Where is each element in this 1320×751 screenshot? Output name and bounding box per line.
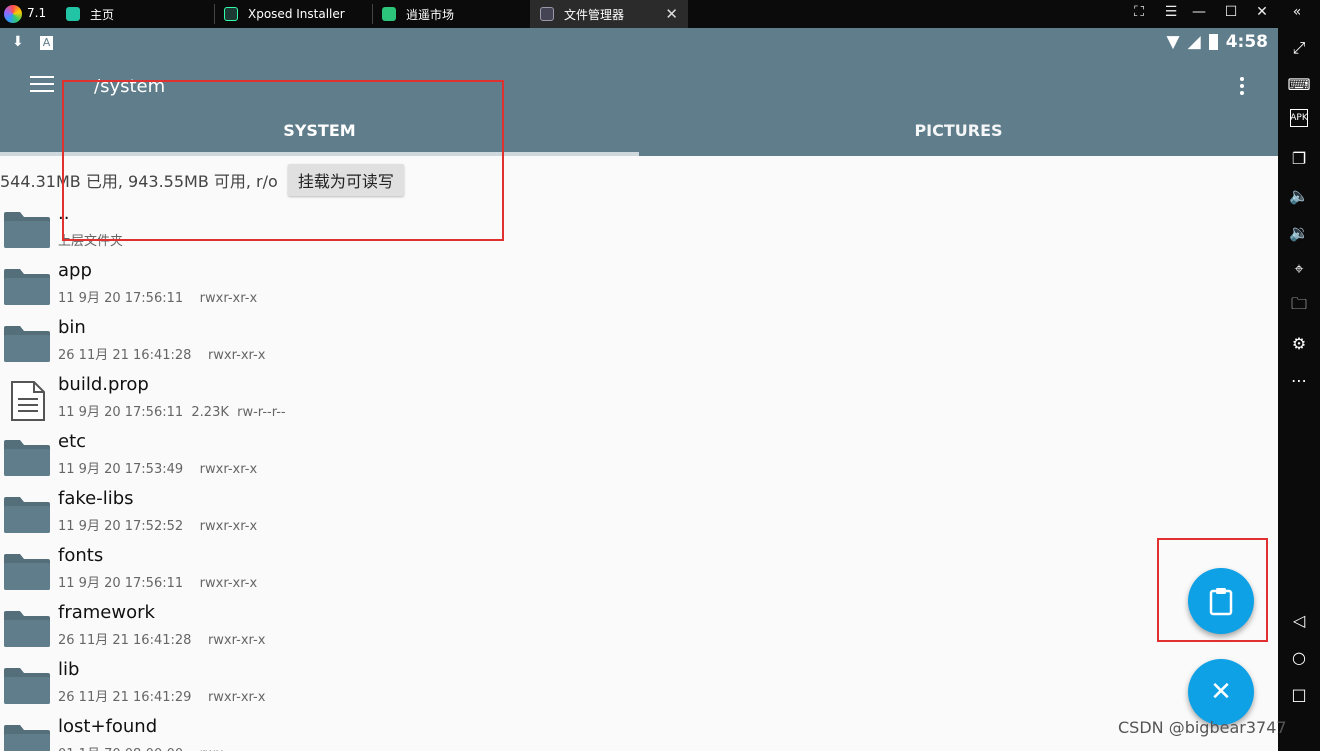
file-list: .. 上层文件夹 app 11 9月 20 17:56:11 rwxr-xr-x bin…	[0, 200, 1278, 751]
emulator-logo-icon	[4, 5, 22, 23]
signal-icon: ◢	[1187, 32, 1201, 52]
hamburger-menu-icon[interactable]	[30, 76, 54, 96]
menu-icon[interactable]: ☰	[1162, 4, 1180, 20]
mount-rw-button[interactable]: 挂载为可读写	[287, 164, 404, 196]
file-name: lost+found	[58, 716, 158, 737]
close-icon: ✕	[1210, 677, 1232, 707]
status-bar: ⬇ A ▼ ◢ 4:58	[0, 28, 1278, 58]
storage-usage-text: 544.31MB 已用, 943.55MB 可用, r/o	[0, 172, 278, 191]
volume-up-icon[interactable]: 🔈	[1287, 183, 1311, 207]
file-meta: 上层文件夹	[58, 234, 124, 249]
settings-gear-icon[interactable]: ⚙	[1287, 331, 1311, 355]
tab-system[interactable]: SYSTEM	[0, 114, 639, 156]
file-meta: 11 9月 20 17:56:11 rwxr-xr-x	[58, 291, 258, 306]
file-meta: 11 9月 20 17:53:49 rwxr-xr-x	[58, 462, 258, 477]
file-list-item[interactable]: lib 26 11月 21 16:41:29 rwxr-xr-x	[0, 656, 1278, 713]
multi-window-icon[interactable]: ❐	[1287, 146, 1311, 170]
file-meta: 11 9月 20 17:56:11 rwxr-xr-x	[58, 576, 258, 591]
tab-xposed-installer[interactable]: Xposed Installer	[224, 0, 372, 28]
file-list-item[interactable]: fake-libs 11 9月 20 17:52:52 rwxr-xr-x	[0, 485, 1278, 542]
home-app-icon	[66, 7, 80, 21]
file-manager-app-icon	[540, 7, 554, 21]
file-list-item[interactable]: build.prop 11 9月 20 17:56:11 2.23K rw-r--…	[0, 371, 1278, 428]
back-nav-icon[interactable]: ◁	[1287, 608, 1311, 632]
current-path: /system	[94, 76, 166, 97]
file-list-item[interactable]: app 11 9月 20 17:56:11 rwxr-xr-x	[0, 257, 1278, 314]
file-list-item[interactable]: framework 26 11月 21 16:41:28 rwxr-xr-x	[0, 599, 1278, 656]
file-name: lib	[58, 659, 80, 680]
fullscreen-icon[interactable]: ⛶	[1130, 4, 1148, 20]
status-time: 4:58	[1225, 32, 1268, 52]
file-meta: 11 9月 20 17:56:11 2.23K rw-r--r--	[58, 405, 286, 420]
tab-file-manager[interactable]: 文件管理器 ✕	[530, 0, 688, 28]
file-list-item[interactable]: .. 上层文件夹	[0, 200, 1278, 257]
apk-install-icon[interactable]: APK	[1290, 109, 1308, 127]
emulator-sidebar: ⤢ ⌨ APK ❐ 🔈 🔉 ⌖ 🗀 ⚙ ⋯ ◁ ○ □	[1278, 28, 1320, 751]
file-name: fonts	[58, 545, 104, 566]
overflow-menu-icon[interactable]	[1234, 74, 1250, 98]
keyboard-icon[interactable]: ⌨	[1287, 72, 1311, 96]
file-name: fake-libs	[58, 488, 134, 509]
folder-icon	[4, 497, 50, 533]
paste-fab-button[interactable]	[1188, 568, 1254, 634]
tab-close-icon[interactable]: ✕	[665, 5, 678, 23]
maximize-icon[interactable]: ☐	[1222, 4, 1240, 20]
file-list-item[interactable]: etc 11 9月 20 17:53:49 rwxr-xr-x	[0, 428, 1278, 485]
folder-icon[interactable]: 🗀	[1287, 294, 1311, 318]
folder-icon	[4, 668, 50, 704]
battery-icon	[1208, 34, 1218, 50]
market-app-icon	[382, 7, 396, 21]
wifi-icon: ▼	[1166, 32, 1180, 52]
folder-icon	[4, 212, 50, 248]
tab-label: Xposed Installer	[248, 7, 345, 21]
close-window-icon[interactable]: ✕	[1253, 4, 1271, 20]
xposed-app-icon	[224, 7, 238, 21]
folder-icon	[4, 611, 50, 647]
location-icon[interactable]: ⌖	[1287, 257, 1311, 281]
volume-down-icon[interactable]: 🔉	[1287, 220, 1311, 244]
file-list-item[interactable]: fonts 11 9月 20 17:56:11 rwxr-xr-x	[0, 542, 1278, 599]
collapse-sidebar-icon[interactable]: «	[1288, 4, 1306, 20]
keyboard-a-icon: A	[39, 36, 54, 50]
tab-label: 逍遥市场	[406, 7, 455, 22]
app-bar: /system SYSTEM PICTURES	[0, 58, 1278, 156]
android-screen: ⬇ A ▼ ◢ 4:58 /system SYSTEM PICTURES 544…	[0, 28, 1278, 751]
storage-info-row: 544.31MB 已用, 943.55MB 可用, r/o 挂载为可读写	[0, 164, 404, 196]
minimize-icon[interactable]: —	[1190, 4, 1208, 20]
folder-icon	[4, 440, 50, 476]
file-meta: 11 9月 20 17:52:52 rwxr-xr-x	[58, 519, 258, 534]
download-icon: ⬇	[12, 34, 24, 50]
tab-market[interactable]: 逍遥市场	[382, 0, 530, 28]
emulator-version: 7.1	[27, 6, 47, 20]
file-name: etc	[58, 431, 87, 452]
file-name: app	[58, 260, 92, 281]
file-meta: 26 11月 21 16:41:29 rwxr-xr-x	[58, 690, 266, 705]
folder-icon	[4, 326, 50, 362]
recents-nav-icon[interactable]: □	[1287, 682, 1311, 706]
cancel-fab-button[interactable]: ✕	[1188, 659, 1254, 725]
file-meta: 01 1月 70 08:00:00 rwx	[58, 743, 223, 751]
file-list-item[interactable]: bin 26 11月 21 16:41:28 rwxr-xr-x	[0, 314, 1278, 371]
folder-icon	[4, 269, 50, 305]
tab-home[interactable]: 主页	[66, 0, 214, 28]
emulator-tab-bar: 7.1 主页 Xposed Installer 逍遥市场 文件管理器 ✕ ⛶ ☰…	[0, 0, 1320, 28]
file-meta: 26 11月 21 16:41:28 rwxr-xr-x	[58, 348, 266, 363]
folder-icon	[4, 554, 50, 590]
more-icon[interactable]: ⋯	[1287, 368, 1311, 392]
file-name: bin	[58, 317, 86, 338]
file-meta: 26 11月 21 16:41:28 rwxr-xr-x	[58, 633, 266, 648]
home-nav-icon[interactable]: ○	[1287, 645, 1311, 669]
tab-label: 主页	[90, 7, 115, 22]
file-name: framework	[58, 602, 155, 623]
folder-icon	[4, 725, 50, 751]
clipboard-icon	[1209, 588, 1233, 616]
file-name: ..	[58, 203, 70, 224]
file-name: build.prop	[58, 374, 149, 395]
expand-screen-icon[interactable]: ⤢	[1287, 36, 1311, 60]
watermark: CSDN @bigbear3747	[1118, 718, 1287, 737]
document-icon	[11, 381, 45, 421]
tab-label: 文件管理器	[564, 7, 625, 22]
tab-pictures[interactable]: PICTURES	[639, 114, 1278, 156]
file-list-item[interactable]: lost+found 01 1月 70 08:00:00 rwx	[0, 713, 1278, 751]
